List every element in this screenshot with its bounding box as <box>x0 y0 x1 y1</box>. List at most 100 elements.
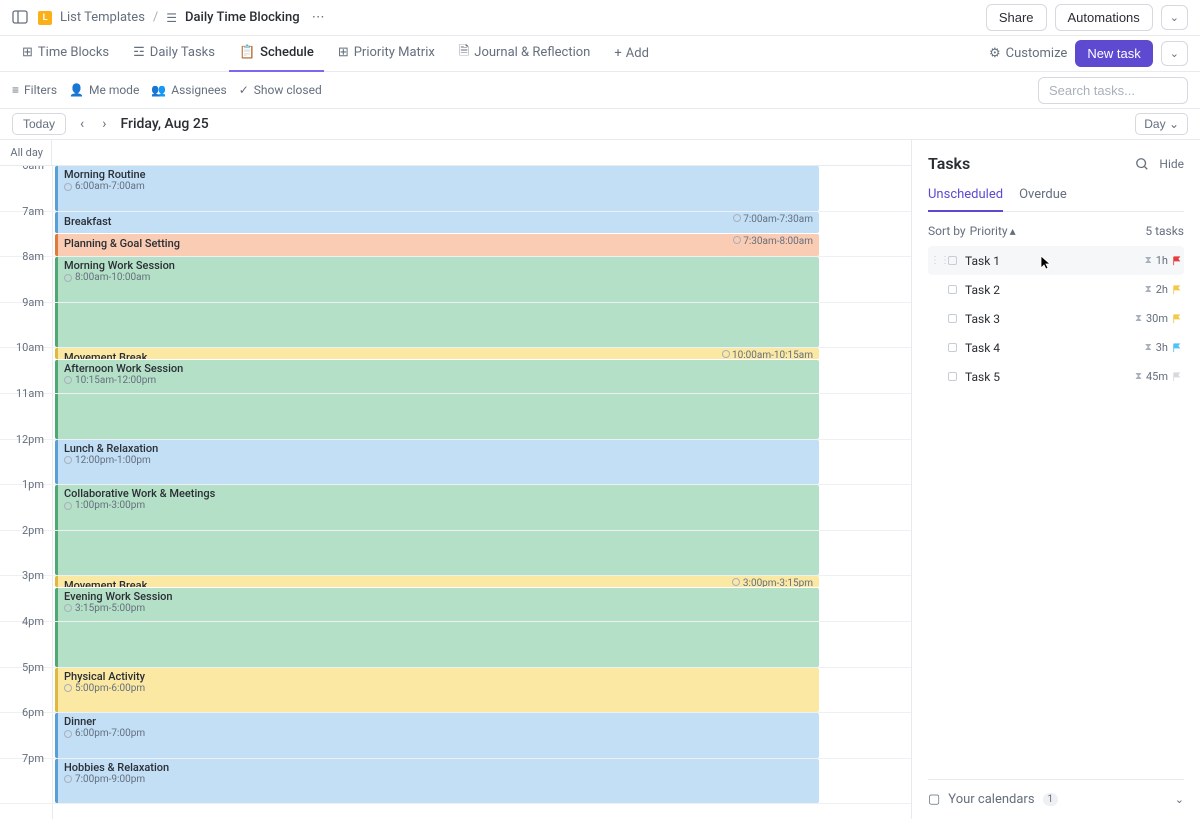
hour-row: 8am <box>0 257 911 303</box>
hour-row: 9am <box>0 303 911 349</box>
filters-button[interactable]: ≡Filters <box>12 83 57 97</box>
task-name: Task 2 <box>965 283 1000 297</box>
task-name: Task 4 <box>965 341 1000 355</box>
customize-button[interactable]: ⚙ Customize <box>989 46 1067 61</box>
hour-label: 7am <box>0 205 52 218</box>
hour-row: 6am <box>0 166 911 212</box>
filter-icon: ≡ <box>12 83 19 97</box>
hour-label: 6am <box>0 166 52 172</box>
task-row[interactable]: ⋮⋮ Task 5 ⧗ 45m <box>928 362 1184 391</box>
show-closed-label: Show closed <box>254 83 322 97</box>
status-checkbox[interactable] <box>948 256 957 265</box>
sort-field: Priority <box>970 224 1008 238</box>
topbar: L List Templates / ☰ Daily Time Blocking… <box>0 0 1200 36</box>
task-meta: ⧗ 3h <box>1145 341 1182 354</box>
sidebar-toggle-icon[interactable] <box>12 9 30 27</box>
sort-by-label: Sort by <box>928 224 966 238</box>
task-duration: 2h <box>1156 283 1168 296</box>
status-checkbox[interactable] <box>948 343 957 352</box>
search-input[interactable] <box>1038 77 1188 104</box>
check-icon: ✓ <box>239 83 249 97</box>
your-calendars-section[interactable]: ▢ Your calendars 1 ⌄ <box>928 779 1184 819</box>
list-icon: ⊞ <box>22 45 33 60</box>
tab-overdue[interactable]: Overdue <box>1019 187 1067 211</box>
folder-icon: L <box>38 11 52 25</box>
search-icon[interactable] <box>1135 157 1149 171</box>
chevron-down-icon[interactable]: ⌄ <box>1161 5 1188 30</box>
show-closed-button[interactable]: ✓ Show closed <box>239 83 322 97</box>
breadcrumb-folder[interactable]: List Templates <box>60 10 145 25</box>
hourglass-icon: ⧗ <box>1135 371 1142 382</box>
me-mode-label: Me mode <box>89 83 139 97</box>
main: All day Morning Routine6:00am-7:00amBrea… <box>0 139 1200 819</box>
tab-label: Journal & Reflection <box>474 45 590 60</box>
gear-icon: ⚙ <box>989 46 1001 61</box>
hourglass-icon: ⧗ <box>1135 313 1142 324</box>
hour-label: 10am <box>0 341 52 354</box>
tab-unscheduled[interactable]: Unscheduled <box>928 187 1003 212</box>
task-meta: ⧗ 30m <box>1135 312 1182 325</box>
your-calendars-label: Your calendars <box>948 792 1034 807</box>
status-checkbox[interactable] <box>948 372 957 381</box>
view-tabs: ⊞Time Blocks ☲Daily Tasks 📋Schedule ⊞ Pri… <box>0 36 1200 72</box>
tab-label: Priority Matrix <box>354 45 435 60</box>
hour-row: 7am <box>0 212 911 258</box>
task-row[interactable]: ⋮⋮ Task 2 ⧗ 2h <box>928 275 1184 304</box>
hide-button[interactable]: Hide <box>1159 157 1184 171</box>
add-view-button[interactable]: +Add <box>604 46 659 61</box>
task-name: Task 1 <box>965 254 1000 268</box>
flag-icon <box>1172 256 1182 266</box>
today-button[interactable]: Today <box>12 113 66 135</box>
automations-button[interactable]: Automations <box>1055 4 1153 31</box>
tab-journal[interactable]: 🗎Journal & Reflection <box>449 36 601 72</box>
list-icon: ☰ <box>166 11 177 25</box>
tab-time-blocks[interactable]: ⊞Time Blocks <box>12 36 119 72</box>
people-icon: 👥 <box>151 83 166 97</box>
customize-label: Customize <box>1006 46 1068 61</box>
new-task-button[interactable]: New task <box>1075 40 1152 67</box>
tasks-title: Tasks <box>928 154 970 173</box>
view-range-select[interactable]: Day ⌄ <box>1135 113 1188 135</box>
date-nav: Today ‹ › Friday, Aug 25 Day ⌄ <box>0 109 1200 139</box>
hour-row: 4pm <box>0 622 911 668</box>
hourglass-icon: ⧗ <box>1145 255 1152 266</box>
task-duration: 1h <box>1156 254 1168 267</box>
task-list: ⋮⋮ Task 1 ⧗ 1h ⋮⋮ Task 2 ⧗ 2h ⋮⋮ Task 3 … <box>928 246 1184 391</box>
hourglass-icon: ⧗ <box>1145 284 1152 295</box>
task-meta: ⧗ 1h <box>1145 254 1182 267</box>
status-checkbox[interactable] <box>948 314 957 323</box>
share-button[interactable]: Share <box>986 4 1047 31</box>
grid-icon: ⊞ <box>338 45 349 60</box>
assignees-label: Assignees <box>171 83 226 97</box>
chevron-down-icon[interactable]: ⌄ <box>1161 41 1188 66</box>
tab-daily-tasks[interactable]: ☲Daily Tasks <box>123 36 225 72</box>
task-row[interactable]: ⋮⋮ Task 4 ⧗ 3h <box>928 333 1184 362</box>
tab-priority-matrix[interactable]: ⊞ Priority Matrix <box>328 36 445 72</box>
list-icon: ☲ <box>133 45 145 60</box>
drag-handle-icon[interactable]: ⋮⋮ <box>930 255 940 266</box>
add-label: Add <box>626 46 649 61</box>
task-duration: 45m <box>1146 370 1168 383</box>
next-day-button[interactable]: › <box>98 114 110 134</box>
calendar-grid[interactable]: Morning Routine6:00am-7:00amBreakfast 7:… <box>0 166 911 819</box>
chevron-down-icon: ⌄ <box>1169 117 1179 131</box>
me-mode-button[interactable]: 👤 Me mode <box>69 83 139 97</box>
hourglass-icon: ⧗ <box>1145 342 1152 353</box>
prev-day-button[interactable]: ‹ <box>76 114 88 134</box>
filter-bar: ≡Filters 👤 Me mode 👥 Assignees ✓ Show close… <box>0 72 1200 109</box>
sort-row: Sort by Priority▴ 5 tasks <box>928 224 1184 238</box>
calendar-icon: ▢ <box>928 792 940 807</box>
task-row[interactable]: ⋮⋮ Task 3 ⧗ 30m <box>928 304 1184 333</box>
breadcrumb-list[interactable]: Daily Time Blocking <box>185 10 300 25</box>
person-icon: 👤 <box>69 83 84 97</box>
assignees-button[interactable]: 👥 Assignees <box>151 83 226 97</box>
more-icon[interactable]: ⋯ <box>308 8 329 27</box>
hour-label: 5pm <box>0 661 52 674</box>
status-checkbox[interactable] <box>948 285 957 294</box>
task-row[interactable]: ⋮⋮ Task 1 ⧗ 1h <box>928 246 1184 275</box>
allday-body[interactable] <box>52 140 911 164</box>
tab-schedule[interactable]: 📋Schedule <box>229 36 324 72</box>
sort-field-button[interactable]: Priority▴ <box>970 224 1016 238</box>
hour-label: 11am <box>0 387 52 400</box>
chevron-down-icon: ⌄ <box>1175 793 1184 806</box>
